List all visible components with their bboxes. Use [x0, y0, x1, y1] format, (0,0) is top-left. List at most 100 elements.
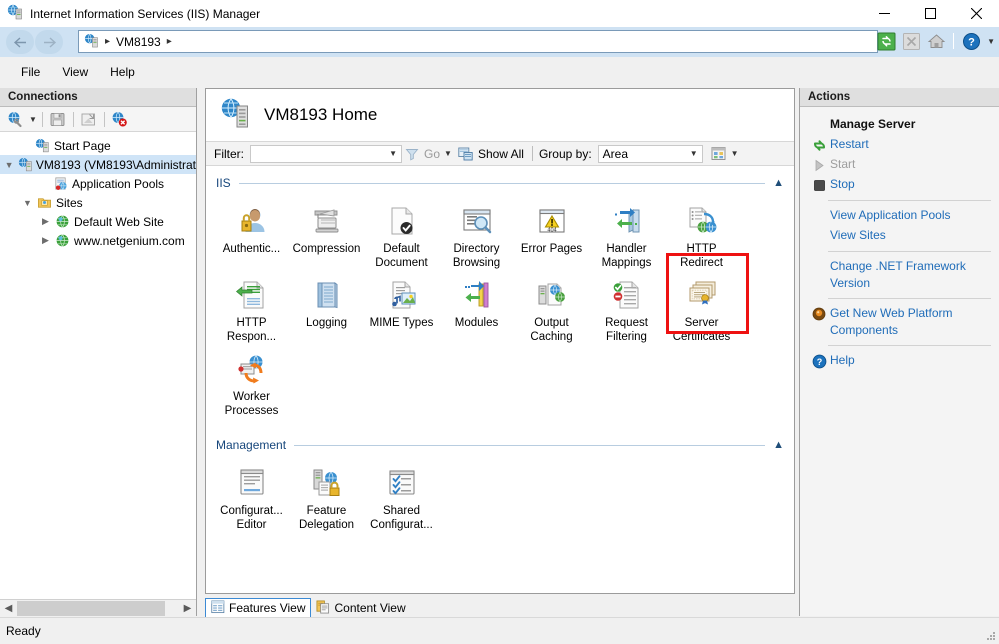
iis-manager-icon — [7, 4, 23, 23]
connect-dropdown-caret[interactable]: ▼ — [29, 115, 37, 124]
feature-modules[interactable]: Modules — [439, 272, 514, 346]
action-help[interactable]: ? Help — [800, 351, 999, 371]
tree-item-application-pools[interactable]: Application Pools — [0, 174, 196, 193]
action-view-application-pools[interactable]: View Application Pools — [800, 206, 999, 226]
breadcrumb-server[interactable]: VM8193 — [116, 35, 161, 49]
scroll-left-arrow[interactable]: ◀ — [0, 600, 17, 617]
maximize-button[interactable] — [907, 0, 953, 27]
menu-help[interactable]: Help — [99, 62, 146, 82]
connections-horizontal-scrollbar[interactable]: ◀ ▶ — [0, 599, 196, 617]
minimize-button[interactable] — [861, 0, 907, 27]
feature-default-document[interactable]: Default Document — [364, 198, 439, 272]
directory-browsing-icon — [460, 204, 494, 238]
filter-input[interactable]: ▼ — [250, 144, 402, 163]
scroll-right-arrow[interactable]: ▶ — [179, 600, 196, 617]
feature-server-certificates[interactable]: Server Certificates — [664, 272, 739, 346]
feature-compression[interactable]: Compression — [289, 198, 364, 272]
feature-handler-mappings[interactable]: Handler Mappings — [589, 198, 664, 272]
feature-http-response-headers[interactable]: HTTP Respon... — [214, 272, 289, 346]
stop-x-icon — [900, 30, 922, 52]
request-filtering-icon — [610, 278, 644, 312]
feature-logging[interactable]: Logging — [289, 272, 364, 346]
feature-label: Compression — [292, 243, 361, 255]
group-title: Management — [216, 438, 287, 452]
tree-item-sites[interactable]: ▼ Sites — [0, 193, 196, 212]
feature-http-redirect[interactable]: HTTP Redirect — [664, 198, 739, 272]
tree-twisty-expanded[interactable]: ▼ — [20, 198, 35, 208]
feature-configuration-editor[interactable]: Configurat... Editor — [214, 460, 289, 534]
iis-manager-window: Internet Information Services (IIS) Mana… — [0, 0, 999, 644]
go-button[interactable]: Go — [424, 147, 440, 161]
tab-content-view[interactable]: Content View — [311, 598, 410, 618]
feature-mime-types[interactable]: MIME Types — [364, 272, 439, 346]
actions-header: Actions — [800, 88, 999, 107]
chevron-down-icon[interactable]: ▼ — [389, 149, 397, 158]
action-stop[interactable]: Stop — [800, 175, 999, 195]
menu-file[interactable]: File — [10, 62, 51, 82]
output-caching-icon — [535, 278, 569, 312]
chevron-up-icon[interactable]: ▲ — [773, 439, 784, 451]
home-icon[interactable] — [925, 30, 947, 52]
show-all-icon[interactable] — [456, 145, 476, 163]
website-globe-icon — [53, 233, 72, 248]
export-icon — [79, 109, 99, 129]
configuration-editor-icon — [235, 466, 269, 500]
action-view-sites[interactable]: View Sites — [800, 226, 999, 246]
connect-globe-icon[interactable] — [5, 109, 25, 129]
feature-worker-processes[interactable]: Worker Processes — [214, 346, 289, 420]
tree-twisty-collapsed[interactable]: ▶ — [38, 216, 53, 227]
feature-feature-delegation[interactable]: Feature Delegation — [289, 460, 364, 534]
feature-directory-browsing[interactable]: Directory Browsing — [439, 198, 514, 272]
action-start: Start — [800, 155, 999, 175]
feature-request-filtering[interactable]: Request Filtering — [589, 272, 664, 346]
breadcrumb-separator-2[interactable]: ▸ — [167, 36, 172, 47]
group-title: IIS — [216, 176, 231, 190]
feature-output-caching[interactable]: Output Caching — [514, 272, 589, 346]
group-divider-line — [238, 182, 766, 184]
stop-square-icon — [808, 176, 830, 194]
forward-button[interactable] — [35, 30, 63, 54]
tree-twisty-collapsed[interactable]: ▶ — [38, 235, 53, 246]
actions-list: Manage Server Restart Start Stop View Ap… — [800, 107, 999, 371]
go-dropdown-caret[interactable]: ▼ — [444, 149, 452, 158]
connections-pane: Connections ▼ Start Page ▼ VM8193 (VM819… — [0, 88, 197, 617]
chevron-up-icon[interactable]: ▲ — [773, 177, 784, 189]
sites-folder-icon — [35, 195, 54, 210]
close-button[interactable] — [953, 0, 999, 27]
feature-authentication[interactable]: Authentic... — [214, 198, 289, 272]
tree-item-www-netgenium-com[interactable]: ▶ www.netgenium.com — [0, 231, 196, 250]
breadcrumb[interactable]: ▸ VM8193 ▸ — [78, 30, 878, 53]
feature-error-pages[interactable]: 404 Error Pages — [514, 198, 589, 272]
view-mode-dropdown-caret[interactable]: ▼ — [731, 149, 739, 158]
feature-shared-configuration[interactable]: Shared Configurat... — [364, 460, 439, 534]
toolbar-divider-2 — [72, 111, 74, 127]
help-icon[interactable]: ? — [960, 30, 982, 52]
feature-label: Modules — [454, 317, 499, 329]
action-get-new-web-platform-components[interactable]: Get New Web Platform Components — [800, 304, 999, 340]
help-dropdown-caret[interactable]: ▼ — [987, 37, 995, 46]
group-by-select[interactable]: Area ▼ — [597, 144, 703, 163]
toolbar-divider — [953, 33, 955, 49]
action-restart[interactable]: Restart — [800, 135, 999, 155]
tree-item-vm8193[interactable]: ▼ VM8193 (VM8193\Administrat — [0, 155, 196, 174]
action-change-dotnet-framework-version[interactable]: Change .NET Framework Version — [800, 257, 999, 293]
menu-view[interactable]: View — [51, 62, 99, 82]
http-response-headers-icon — [235, 278, 269, 312]
view-mode-icon[interactable] — [709, 145, 729, 163]
refresh-icon[interactable] — [875, 30, 897, 52]
scrollbar-thumb[interactable] — [17, 600, 165, 616]
disconnect-globe-icon[interactable] — [110, 109, 130, 129]
show-all-button[interactable]: Show All — [478, 147, 524, 161]
actions-group-title: Manage Server — [830, 117, 916, 131]
start-page-icon — [33, 138, 52, 153]
back-button[interactable] — [6, 30, 34, 54]
tree-twisty-expanded[interactable]: ▼ — [2, 160, 16, 170]
scrollbar-track[interactable] — [17, 599, 179, 617]
action-label: Start — [830, 157, 856, 171]
resize-grip[interactable] — [984, 629, 996, 641]
chevron-down-icon[interactable]: ▼ — [690, 149, 698, 158]
tab-features-view[interactable]: Features View — [205, 598, 312, 618]
tree-item-default-web-site[interactable]: ▶ Default Web Site — [0, 212, 196, 231]
server-home-icon — [220, 98, 252, 133]
tree-item-start-page[interactable]: Start Page — [0, 136, 196, 155]
